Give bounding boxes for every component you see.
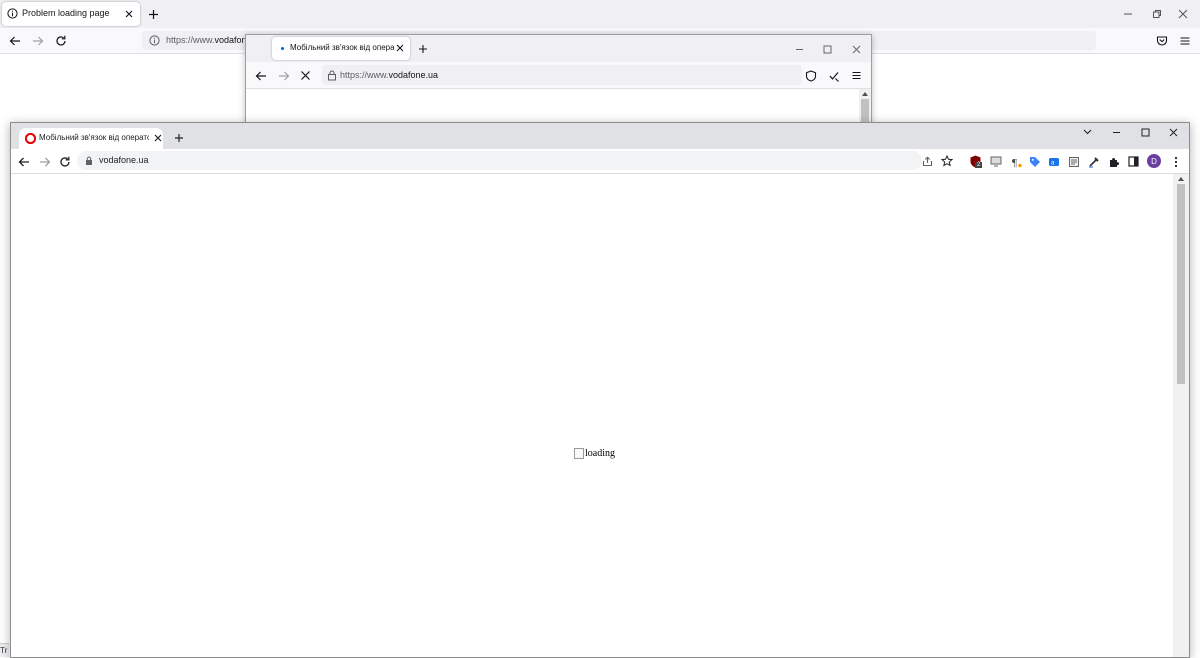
- close-tab-icon[interactable]: [123, 8, 135, 20]
- info-icon[interactable]: [148, 34, 160, 46]
- back-arrow-icon[interactable]: [253, 68, 268, 83]
- ublock-extension-icon[interactable]: 2: [968, 154, 983, 169]
- reload-icon[interactable]: [53, 33, 68, 48]
- address-bar[interactable]: vodafone.ua: [77, 151, 953, 170]
- reload-icon[interactable]: [57, 154, 72, 169]
- address-bar[interactable]: https://www.vodafone.ua: [322, 65, 802, 85]
- puzzle-icon[interactable]: [1106, 154, 1121, 169]
- extension-badge: 2: [977, 162, 981, 168]
- tab-bar: Problem loading page: [0, 0, 1200, 28]
- extension-icon[interactable]: [826, 68, 841, 83]
- restore-icon[interactable]: [1149, 7, 1165, 21]
- profile-avatar[interactable]: D: [1147, 154, 1161, 168]
- stop-loading-icon[interactable]: [298, 68, 313, 83]
- back-arrow-icon[interactable]: [7, 33, 22, 48]
- new-tab-icon[interactable]: [146, 7, 160, 21]
- tab-problem-loading[interactable]: Problem loading page: [2, 2, 140, 26]
- broken-image-icon: [574, 448, 584, 459]
- firefox-window-middle: Мобільний зв'язок від операто https://ww…: [245, 34, 872, 126]
- scroll-up-icon[interactable]: [1177, 175, 1185, 183]
- pocket-icon[interactable]: [1154, 33, 1169, 48]
- shield-icon[interactable]: [803, 68, 818, 83]
- paragraph-extension-icon[interactable]: ¶: [1008, 154, 1023, 169]
- close-tab-icon[interactable]: [152, 132, 164, 144]
- svg-text:¶: ¶: [1012, 157, 1017, 168]
- scrollbar[interactable]: [859, 89, 871, 125]
- chevron-down-icon[interactable]: [1080, 125, 1094, 139]
- address-text: https://www.vodafone.ua: [340, 70, 439, 80]
- forward-arrow-icon[interactable]: [276, 68, 291, 83]
- side-panel-icon[interactable]: [1126, 154, 1141, 169]
- address-text: vodafone.ua: [99, 155, 149, 165]
- screen-extension-icon[interactable]: [988, 154, 1003, 169]
- info-icon: [7, 8, 18, 19]
- kebab-menu-icon[interactable]: [1168, 154, 1183, 169]
- tab-title: Мобільний зв'язок від операто: [39, 133, 149, 142]
- chrome-window-front: Мобільний зв'язок від операто 2 ¶ a D vo…: [10, 122, 1190, 658]
- page-content: loading: [11, 174, 1173, 657]
- tab-vodafone[interactable]: Мобільний зв'язок від операто: [19, 128, 163, 149]
- minimize-icon[interactable]: [792, 42, 806, 56]
- tab-bar: Мобільний зв'язок від операто: [246, 35, 871, 62]
- menu-icon[interactable]: [1177, 33, 1192, 48]
- close-window-icon[interactable]: [849, 42, 863, 56]
- minimize-icon[interactable]: [1109, 125, 1123, 139]
- tag-extension-icon[interactable]: [1027, 154, 1042, 169]
- eyedropper-extension-icon[interactable]: [1086, 154, 1101, 169]
- new-tab-icon[interactable]: [172, 131, 186, 145]
- opera-logo-icon: [24, 132, 36, 144]
- minimize-icon[interactable]: [1120, 7, 1136, 21]
- back-arrow-icon[interactable]: [16, 154, 31, 169]
- maximize-icon[interactable]: [820, 42, 834, 56]
- tab-vodafone[interactable]: Мобільний зв'язок від операто: [272, 37, 410, 60]
- bookmark-star-icon[interactable]: [940, 154, 954, 168]
- forward-arrow-icon[interactable]: [30, 33, 45, 48]
- maximize-icon[interactable]: [1138, 125, 1152, 139]
- tab-title: Мобільний зв'язок від операто: [290, 43, 394, 52]
- reader-extension-icon[interactable]: [1066, 154, 1081, 169]
- menu-icon[interactable]: [849, 68, 864, 83]
- image-alt-text: loading: [585, 448, 615, 459]
- lock-icon[interactable]: [326, 69, 338, 81]
- new-tab-icon[interactable]: [416, 42, 430, 56]
- close-tab-icon[interactable]: [394, 42, 406, 54]
- forward-arrow-icon[interactable]: [37, 154, 52, 169]
- loading-image: loading: [574, 448, 615, 459]
- scroll-up-icon[interactable]: [861, 90, 869, 98]
- address-text: https://www.vodafon: [166, 35, 247, 45]
- scrollbar-thumb[interactable]: [1177, 184, 1185, 384]
- loading-dot-icon: [281, 47, 284, 50]
- tab-bar: Мобільний зв'язок від операто: [11, 123, 1189, 149]
- translate-extension-icon[interactable]: a: [1046, 154, 1061, 169]
- lock-icon[interactable]: [84, 155, 94, 166]
- share-icon[interactable]: [920, 154, 934, 168]
- tab-title: Problem loading page: [22, 8, 110, 18]
- close-window-icon[interactable]: [1175, 7, 1191, 21]
- status-bar: Tr: [0, 643, 9, 657]
- close-window-icon[interactable]: [1166, 125, 1180, 139]
- scrollbar[interactable]: [1173, 174, 1189, 657]
